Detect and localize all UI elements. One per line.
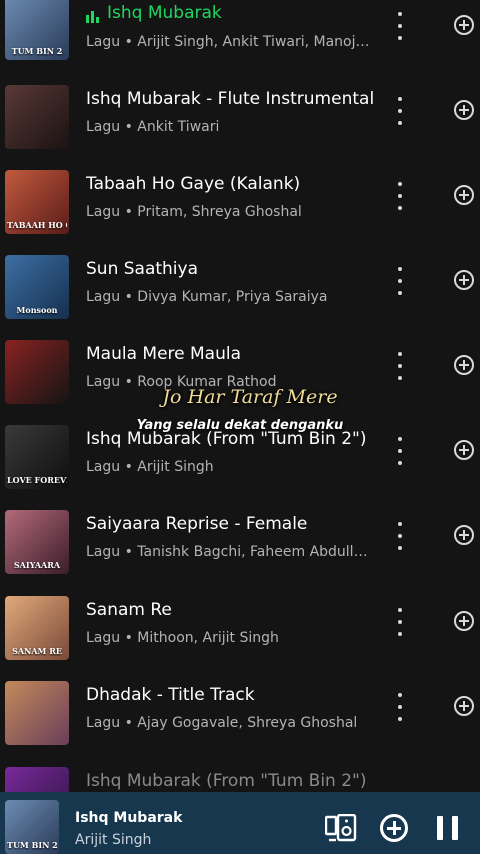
song-row[interactable]: Maula Mere Maula Lagu • Roop Kumar Rathod (0, 340, 480, 425)
song-subtitle: Lagu • Divya Kumar, Priya Saraiya (86, 289, 328, 305)
song-title: Saiyaara Reprise - Female (86, 514, 308, 534)
song-subtitle: Lagu • Arijit Singh (86, 459, 214, 475)
equalizer-icon (86, 3, 101, 23)
album-art: TABAAH HO GAYE (5, 170, 69, 234)
song-row[interactable]: TUM BIN 2 Ishq Mubarak Lagu • Arijit Singh… (0, 0, 480, 85)
song-title: Ishq Mubarak (86, 3, 376, 23)
album-art: SANAM RE (5, 596, 69, 660)
song-title: Dhadak - Title Track (86, 685, 255, 705)
song-title: Tabaah Ho Gaye (Kalank) (86, 174, 301, 194)
song-subtitle: Lagu • Mithoon, Arijit Singh (86, 630, 279, 646)
song-subtitle: Lagu • Tanishk Bagchi, Faheem Abdullah,.… (86, 544, 371, 560)
add-circle-icon[interactable] (454, 15, 474, 35)
mini-player-title: Ishq Mubarak (75, 810, 183, 826)
more-vertical-icon[interactable] (388, 608, 412, 636)
song-row[interactable]: SANAM RE Sanam Re Lagu • Mithoon, Arijit S… (0, 596, 480, 681)
connect-device-icon[interactable] (325, 814, 357, 842)
add-circle-icon[interactable] (454, 185, 474, 205)
album-art: Monsoon (5, 255, 69, 319)
pause-icon[interactable] (437, 816, 459, 840)
add-circle-icon[interactable] (454, 696, 474, 716)
mini-player-artist: Arijit Singh (75, 832, 152, 848)
add-circle-icon[interactable] (454, 440, 474, 460)
album-art (5, 681, 69, 745)
add-circle-icon[interactable] (454, 100, 474, 120)
song-subtitle: Lagu • Pritam, Shreya Ghoshal (86, 204, 302, 220)
song-title: Maula Mere Maula (86, 344, 242, 364)
song-subtitle: Lagu • Roop Kumar Rathod (86, 374, 277, 390)
more-vertical-icon[interactable] (388, 182, 412, 210)
add-circle-icon[interactable] (454, 355, 474, 375)
song-row[interactable]: Dhadak - Title Track Lagu • Ajay Gogavale… (0, 681, 480, 766)
add-circle-icon[interactable] (454, 270, 474, 290)
more-vertical-icon[interactable] (388, 522, 412, 550)
more-vertical-icon[interactable] (388, 97, 412, 125)
song-subtitle: Lagu • Arijit Singh, Ankit Tiwari, Manoj… (86, 34, 371, 50)
more-vertical-icon[interactable] (388, 693, 412, 721)
song-title: Ishq Mubarak (From "Tum Bin 2") (86, 771, 367, 791)
add-circle-icon[interactable] (454, 525, 474, 545)
mini-player-album-art: TUM BIN 2 (5, 800, 59, 854)
song-subtitle: Lagu • Ankit Tiwari (86, 119, 220, 135)
song-title: Ishq Mubarak - Flute Instrumental (86, 89, 375, 109)
more-vertical-icon[interactable] (388, 352, 412, 380)
song-title: Sun Saathiya (86, 259, 199, 279)
album-art: LOVE FOREVER (5, 425, 69, 489)
album-art: TUM BIN 2 (5, 0, 69, 60)
song-title: Ishq Mubarak (From "Tum Bin 2") (86, 429, 367, 449)
song-subtitle: Lagu • Ajay Gogavale, Shreya Ghoshal (86, 715, 358, 731)
more-vertical-icon[interactable] (388, 12, 412, 40)
song-title: Sanam Re (86, 600, 172, 620)
album-art: SAIYAARA (5, 510, 69, 574)
more-vertical-icon[interactable] (388, 437, 412, 465)
add-circle-icon[interactable] (454, 611, 474, 631)
song-row[interactable]: TABAAH HO GAYE Tabaah Ho Gaye (Kalank) Lag… (0, 170, 480, 255)
album-art (5, 85, 69, 149)
song-row[interactable]: Monsoon Sun Saathiya Lagu • Divya Kumar, P… (0, 255, 480, 340)
song-row[interactable]: Ishq Mubarak - Flute Instrumental Lagu • … (0, 85, 480, 170)
album-art (5, 340, 69, 404)
song-row[interactable]: SAIYAARA Saiyaara Reprise - Female Lagu • … (0, 510, 480, 595)
song-row[interactable]: LOVE FOREVER Ishq Mubarak (From "Tum Bin … (0, 425, 480, 510)
mini-player[interactable]: TUM BIN 2 Ishq Mubarak Arijit Singh (0, 792, 480, 854)
add-to-library-icon[interactable] (380, 814, 408, 842)
more-vertical-icon[interactable] (388, 267, 412, 295)
